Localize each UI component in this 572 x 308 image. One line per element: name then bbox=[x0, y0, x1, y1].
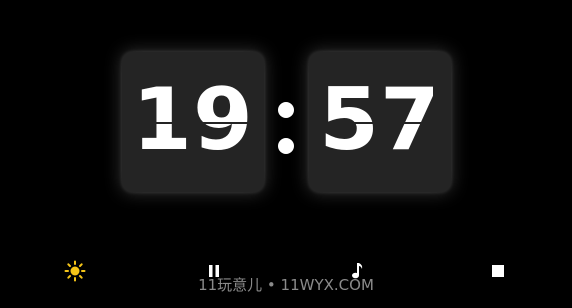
hours-digits: 19 bbox=[132, 70, 254, 170]
flip-clock-screen: 19 57 11玩意儿 • 11WYX.COM bbox=[0, 0, 572, 308]
colon-dot-top bbox=[278, 102, 294, 118]
hours-card: 19 bbox=[122, 52, 264, 192]
colon-dot-bottom bbox=[278, 138, 294, 154]
minutes-digits: 57 bbox=[319, 70, 441, 170]
minutes-split-line bbox=[309, 122, 451, 124]
time-separator-colon bbox=[277, 102, 295, 162]
watermark-text: 11玩意儿 • 11WYX.COM bbox=[198, 276, 374, 294]
hours-split-line bbox=[122, 122, 264, 124]
minutes-card: 57 bbox=[309, 52, 451, 192]
